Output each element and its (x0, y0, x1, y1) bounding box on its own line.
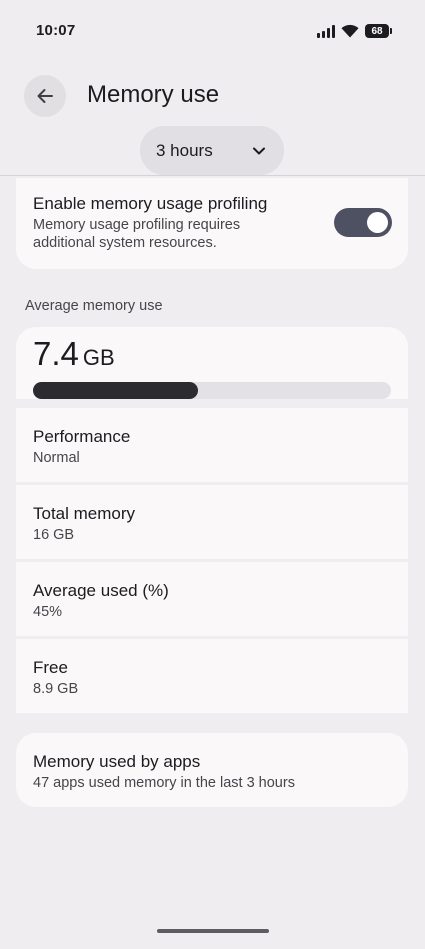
memory-used-by-apps-item[interactable]: Memory used by apps 47 apps used memory … (16, 733, 408, 807)
stat-value: 8.9 GB (33, 681, 79, 697)
stat-value: Normal (33, 450, 80, 466)
stat-label: Average used (%) (33, 581, 169, 600)
page-title: Memory use (87, 81, 220, 108)
memory-progress-fill (33, 382, 198, 399)
chevron-down-icon (253, 147, 265, 154)
back-button[interactable] (24, 75, 66, 117)
stat-total-memory: Total memory 16 GB (16, 485, 408, 559)
battery-icon: 68 (365, 24, 392, 38)
profiling-card[interactable]: Enable memory usage profiling Memory usa… (16, 178, 408, 269)
wifi-icon (341, 24, 359, 38)
home-indicator[interactable] (157, 929, 269, 933)
usage-unit: GB (82, 345, 115, 370)
status-icons: 68 (317, 24, 392, 38)
stat-free: Free 8.9 GB (16, 639, 408, 713)
memory-progress-bar (33, 382, 391, 399)
stat-label: Total memory (33, 504, 136, 523)
profiling-toggle[interactable] (334, 208, 392, 237)
average-usage-value: 7.4 GB (33, 335, 115, 373)
stat-performance: Performance Normal (16, 408, 408, 482)
status-time: 10:07 (36, 22, 76, 39)
stat-label: Free (33, 658, 68, 677)
profiling-description: Memory usage profiling requires addition… (33, 217, 241, 251)
average-section-label: Average memory use (25, 298, 163, 314)
header-divider (0, 175, 425, 176)
arrow-back-icon (37, 89, 53, 103)
stat-label: Performance (33, 427, 131, 446)
toggle-knob (367, 212, 388, 233)
cellular-signal-icon (317, 24, 335, 38)
stat-average-used: Average used (%) 45% (16, 562, 408, 636)
period-dropdown[interactable]: 3 hours (140, 126, 284, 175)
stat-value: 16 GB (33, 527, 75, 543)
stat-value: 45% (33, 604, 63, 620)
apps-title: Memory used by apps (33, 752, 201, 771)
period-dropdown-label: 3 hours (156, 140, 213, 160)
apps-subtitle: 47 apps used memory in the last 3 hours (33, 775, 295, 791)
battery-level: 68 (371, 25, 383, 37)
average-usage-card: 7.4 GB (16, 327, 408, 399)
profiling-title: Enable memory usage profiling (33, 194, 268, 213)
usage-number: 7.4 (33, 335, 79, 372)
